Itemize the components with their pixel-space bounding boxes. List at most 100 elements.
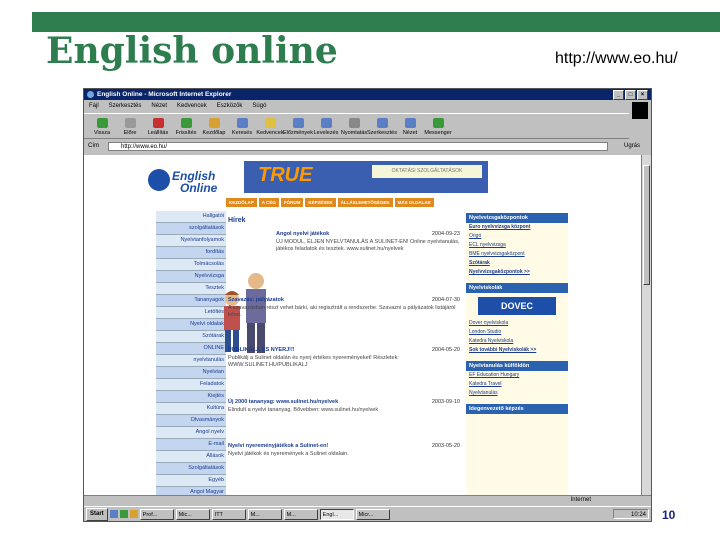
taskbar-task[interactable]: ITT	[211, 508, 246, 520]
left-menu-item[interactable]: Letöltés	[156, 307, 226, 319]
school-link[interactable]: London Studio	[466, 328, 568, 337]
school-link[interactable]: Sok további Nyelviskolák >>	[466, 346, 568, 355]
close-button[interactable]: ×	[637, 90, 648, 100]
left-menu-item[interactable]: Nyelvvizsga	[156, 271, 226, 283]
address-bar: Cím http://www.eo.hu/ Ugrás	[84, 141, 651, 153]
quicklaunch-desktop-icon[interactable]	[119, 510, 128, 518]
left-menu-item[interactable]: Kiejtés	[156, 391, 226, 403]
taskbar-task[interactable]: M...	[247, 508, 282, 520]
exam-link[interactable]: BME nyelvvizsgaközpont	[466, 250, 568, 259]
left-menu-item[interactable]: Angol nyelv	[156, 427, 226, 439]
abroad-link[interactable]: EF Education Hungary	[466, 371, 568, 380]
left-menu-item[interactable]: Kultúra	[156, 403, 226, 415]
windows-taskbar: Start Prof... Mic... ITT M... M... Engl.…	[84, 506, 651, 521]
menu-file[interactable]: Fájl	[89, 101, 99, 111]
menu-tools[interactable]: Eszközök	[217, 101, 243, 111]
left-menu-item[interactable]: Feladatok	[156, 379, 226, 391]
left-menu-item[interactable]: ONLINE	[156, 343, 226, 355]
menu-favorites[interactable]: Kedvencek	[177, 101, 207, 111]
mail-button[interactable]: Levelezés	[312, 114, 340, 140]
view-button[interactable]: Nézet	[396, 114, 424, 140]
vertical-scrollbar[interactable]	[641, 155, 651, 495]
news-item: PUBLIKÁLJ, ÉS NYERJ!!! 2004-05-20 Publik…	[228, 347, 460, 368]
left-menu-item[interactable]: Tolmácsolás	[156, 259, 226, 271]
nav-home[interactable]: KEZDŐLAP	[226, 198, 257, 207]
taskbar-task[interactable]: Micr...	[355, 508, 390, 520]
system-clock: 10:24	[613, 509, 649, 519]
edit-button[interactable]: Szerkesztés	[367, 114, 397, 140]
left-menu-item[interactable]: Állások	[156, 451, 226, 463]
left-menu-item[interactable]: Olvasmányok	[156, 415, 226, 427]
browser-toolbar: Vissza Előre Leállítás Frissítés Kezdőla…	[84, 113, 629, 139]
dovec-logo[interactable]: DOVEC	[478, 297, 556, 315]
start-button[interactable]: Start	[86, 507, 108, 521]
abroad-link[interactable]: Katedra Travel	[466, 380, 568, 389]
exam-link[interactable]: Szótárak	[466, 259, 568, 268]
left-menu-item[interactable]: fordítás	[156, 247, 226, 259]
quicklaunch-outlook-icon[interactable]	[129, 510, 138, 518]
back-button[interactable]: Vissza	[88, 114, 116, 140]
maximize-button[interactable]: □	[625, 90, 636, 100]
refresh-button[interactable]: Frissítés	[172, 114, 200, 140]
taskbar-task[interactable]: Prof...	[139, 508, 174, 520]
window-titlebar: EngIish Online - Microsoft Internet Expl…	[84, 89, 651, 100]
left-menu-item[interactable]: Szótárak	[156, 331, 226, 343]
search-button[interactable]: Keresés	[228, 114, 256, 140]
left-menu-item[interactable]: nyelvtanulás	[156, 355, 226, 367]
taskbar-task-active[interactable]: Engl...	[319, 508, 354, 520]
favorites-button[interactable]: Kedvencek	[256, 114, 284, 140]
home-button[interactable]: Kezdőlap	[200, 114, 228, 140]
left-menu-item[interactable]: Hallgatói	[156, 211, 226, 223]
left-menu-item[interactable]: Nyelvtan	[156, 367, 226, 379]
left-menu-item[interactable]: Szolgáltatások	[156, 463, 226, 475]
refresh-icon	[180, 118, 192, 128]
menu-help[interactable]: Súgó	[252, 101, 266, 111]
scrollbar-thumb[interactable]	[643, 165, 650, 285]
slide-url: http://www.eo.hu/	[555, 50, 678, 67]
exam-link[interactable]: Nyelvvizsgaközpontok >>	[466, 268, 568, 277]
exam-link[interactable]: Euro nyelvvizsga központ	[466, 223, 568, 232]
page-viewport: English Online TRUE OKTATÁSI SZOLGÁLTATÁ…	[84, 155, 642, 495]
exam-link[interactable]: Origó	[466, 232, 568, 241]
stop-button[interactable]: Leállítás	[144, 114, 172, 140]
left-menu-item[interactable]: szolgáltatások	[156, 223, 226, 235]
english-online-logo[interactable]: English Online	[146, 161, 238, 205]
window-title: EngIish Online - Microsoft Internet Expl…	[97, 91, 232, 98]
left-menu: Hallgatói szolgáltatások Nyelvtanfolyamo…	[156, 211, 226, 495]
messenger-button[interactable]: Messenger	[424, 114, 452, 140]
left-menu-item[interactable]: Tananyagok	[156, 295, 226, 307]
taskbar-task[interactable]: Mic...	[175, 508, 210, 520]
school-link[interactable]: Katedra Nyelviskola	[466, 337, 568, 346]
menu-view[interactable]: Nézet	[151, 101, 167, 111]
exam-link[interactable]: ECL nyelvvizsga	[466, 241, 568, 250]
minimize-button[interactable]: _	[613, 90, 624, 100]
left-menu-item[interactable]: Nyelvtanfolyamok	[156, 235, 226, 247]
status-bar: Internet	[84, 495, 651, 506]
left-menu-item[interactable]: Tesztek	[156, 283, 226, 295]
left-menu-item[interactable]: Egyéb	[156, 475, 226, 487]
exam-centers-header: Nyelvvizsgaközpontok	[466, 213, 568, 223]
taskbar-task[interactable]: M...	[283, 508, 318, 520]
menu-edit[interactable]: Szerkesztés	[109, 101, 142, 111]
print-button[interactable]: Nyomtatás	[340, 114, 368, 140]
left-menu-item[interactable]: E-mail	[156, 439, 226, 451]
nav-jobs[interactable]: ÁLLÁSLEHETŐSÉGEK	[337, 198, 393, 207]
address-input[interactable]: http://www.eo.hu/	[108, 142, 608, 151]
forward-button[interactable]: Előre	[116, 114, 144, 140]
guide-header: Idegenvezető képzés	[466, 404, 568, 414]
history-icon	[292, 118, 304, 128]
left-menu-item[interactable]: Nyelvi oldalak	[156, 319, 226, 331]
abroad-link[interactable]: Nyelvtanulás	[466, 389, 568, 398]
left-menu-item[interactable]: Angol Magyar	[156, 487, 226, 495]
news-column: Hírek Angol nyelvi játékok 2004-09-23 ÚJ…	[224, 213, 464, 495]
browser-screenshot: EngIish Online - Microsoft Internet Expl…	[83, 88, 652, 522]
quicklaunch-ie-icon[interactable]	[109, 510, 118, 518]
nav-forum[interactable]: FÓRUM	[280, 198, 304, 207]
history-button[interactable]: Előzmények	[283, 114, 313, 140]
nav-courses[interactable]: KÉPZÉSEK	[305, 198, 336, 207]
go-button[interactable]: Ugrás	[624, 143, 640, 149]
true-banner[interactable]: TRUE OKTATÁSI SZOLGÁLTATÁSOK	[244, 161, 488, 193]
nav-other[interactable]: MÁS OLDALAK	[394, 198, 434, 207]
nav-company[interactable]: A CÉG	[258, 198, 279, 207]
school-link[interactable]: Dover nyelviskola	[466, 319, 568, 328]
